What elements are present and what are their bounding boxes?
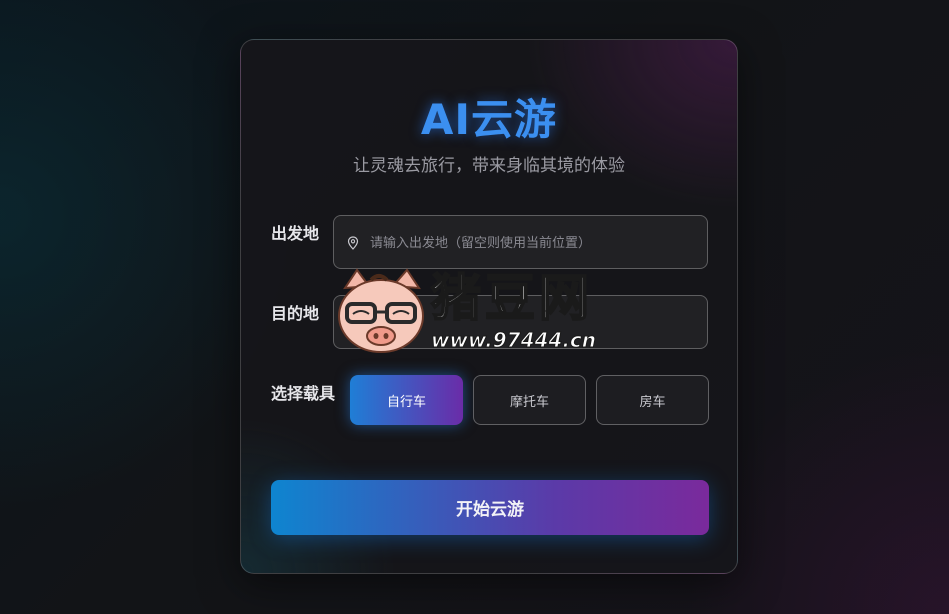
vehicle-option-rv[interactable]: 房车 [596, 375, 709, 425]
watermark-brand: 猪豆网 [430, 268, 593, 328]
origin-label: 出发地 [271, 224, 320, 243]
destination-label: 目的地 [271, 304, 320, 323]
watermark: 猪豆网 www.97444.cn [335, 262, 625, 362]
vehicle-option-motorcycle[interactable]: 摩托车 [473, 375, 586, 425]
vehicle-options: 自行车 摩托车 房车 [350, 375, 709, 425]
pig-mascot-icon [338, 268, 424, 353]
watermark-url: www.97444.cn [430, 328, 597, 353]
location-pin-icon [347, 236, 359, 250]
app-title: AI云游 [420, 95, 558, 144]
app-subtitle: 让灵魂去旅行，带来身临其境的体验 [353, 156, 625, 176]
vehicle-option-bicycle[interactable]: 自行车 [350, 375, 463, 425]
vehicle-label: 选择载具 [271, 384, 336, 403]
start-trip-button[interactable]: 开始云游 [271, 480, 709, 535]
